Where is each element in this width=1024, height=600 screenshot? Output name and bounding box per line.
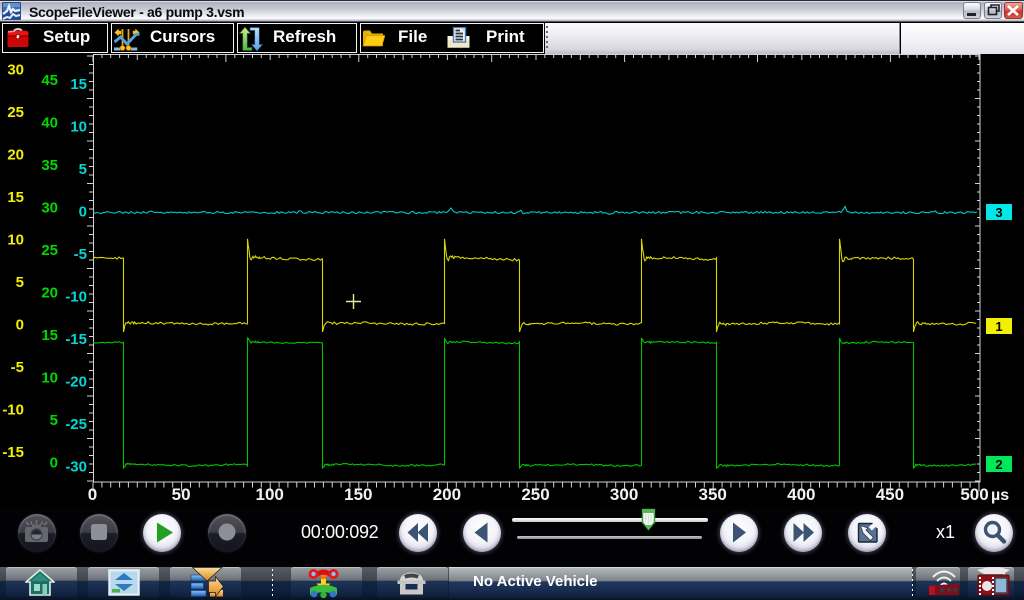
svg-text:15: 15 <box>41 327 58 344</box>
svg-text:2: 2 <box>995 457 1002 472</box>
svg-text:350: 350 <box>699 485 727 504</box>
svg-text:15: 15 <box>7 189 24 206</box>
svg-text:40: 40 <box>41 115 58 132</box>
svg-text:-10: -10 <box>65 289 87 306</box>
svg-text:1: 1 <box>995 319 1002 334</box>
svg-text:400: 400 <box>787 485 815 504</box>
svg-text:30: 30 <box>41 200 58 217</box>
svg-text:0: 0 <box>16 317 24 334</box>
svg-text:0: 0 <box>79 204 87 221</box>
svg-text:100: 100 <box>256 485 284 504</box>
svg-text:3: 3 <box>995 205 1002 220</box>
svg-text:-30: -30 <box>65 459 87 476</box>
svg-text:-5: -5 <box>74 246 87 263</box>
svg-text:25: 25 <box>7 104 24 121</box>
svg-text:-20: -20 <box>65 374 87 391</box>
svg-text:-15: -15 <box>65 331 87 348</box>
svg-text:300: 300 <box>610 485 638 504</box>
svg-text:-10: -10 <box>2 402 24 419</box>
svg-text:150: 150 <box>344 485 372 504</box>
svg-text:30: 30 <box>7 62 24 79</box>
svg-text:450: 450 <box>876 485 904 504</box>
svg-text:-5: -5 <box>11 359 24 376</box>
svg-text:25: 25 <box>41 242 58 259</box>
svg-text:µs: µs <box>991 487 1009 504</box>
svg-text:20: 20 <box>7 147 24 164</box>
svg-text:-25: -25 <box>65 416 87 433</box>
svg-text:500: 500 <box>960 485 988 504</box>
svg-text:35: 35 <box>41 157 58 174</box>
svg-text:10: 10 <box>7 232 24 249</box>
svg-text:-15: -15 <box>2 444 24 461</box>
svg-text:10: 10 <box>70 119 87 136</box>
svg-text:250: 250 <box>521 485 549 504</box>
svg-text:50: 50 <box>172 485 191 504</box>
svg-text:5: 5 <box>16 274 24 291</box>
svg-text:0: 0 <box>88 485 97 504</box>
svg-text:0: 0 <box>50 455 58 472</box>
svg-text:10: 10 <box>41 370 58 387</box>
svg-text:20: 20 <box>41 285 58 302</box>
svg-text:45: 45 <box>41 72 58 89</box>
svg-text:5: 5 <box>79 161 87 178</box>
svg-text:15: 15 <box>70 76 87 93</box>
svg-text:5: 5 <box>50 412 58 429</box>
svg-text:200: 200 <box>433 485 461 504</box>
